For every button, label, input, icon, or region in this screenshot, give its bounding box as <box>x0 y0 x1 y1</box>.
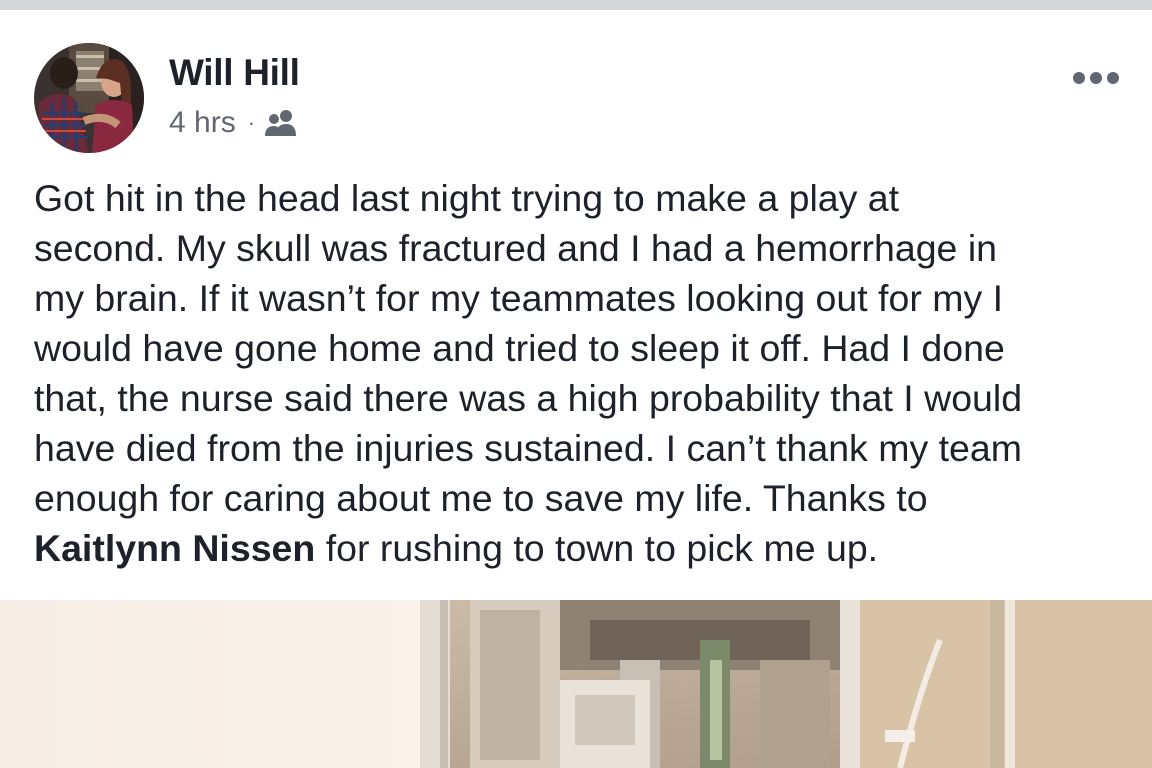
post-timestamp[interactable]: 4 hrs <box>169 106 236 140</box>
meta-separator: · <box>247 110 256 135</box>
post-photo[interactable] <box>0 600 1152 768</box>
post-body: Got hit in the head last night trying to… <box>34 173 1134 573</box>
avatar-image <box>34 43 144 153</box>
post-body-line: enough for caring about me to save my li… <box>34 477 928 519</box>
mention-link[interactable]: Kaitlynn Nissen <box>34 527 315 569</box>
post-body-line: my brain. If it wasn’t for my teammates … <box>34 277 1004 319</box>
post-body-line: Got hit in the head last night trying to… <box>34 177 900 219</box>
post-body-line: that, the nurse said there was a high pr… <box>34 377 1023 419</box>
post-body-line-rest: for rushing to town to pick me up. <box>315 527 879 569</box>
post-body-line: would have gone home and tried to sleep … <box>34 327 1005 369</box>
post-body-line: have died from the injuries sustained. I… <box>34 427 1023 469</box>
friends-icon[interactable] <box>264 108 300 138</box>
post-body-last-line: Kaitlynn Nissen for rushing to town to p… <box>34 523 1134 573</box>
post-meta: 4 hrs · <box>169 103 300 143</box>
top-divider <box>0 0 1152 10</box>
post-body-line: second. My skull was fractured and I had… <box>34 227 998 269</box>
author-avatar[interactable] <box>34 43 144 153</box>
photo-image <box>0 600 1152 768</box>
more-options-icon[interactable] <box>1070 66 1122 90</box>
author-name[interactable]: Will Hill <box>169 52 300 94</box>
